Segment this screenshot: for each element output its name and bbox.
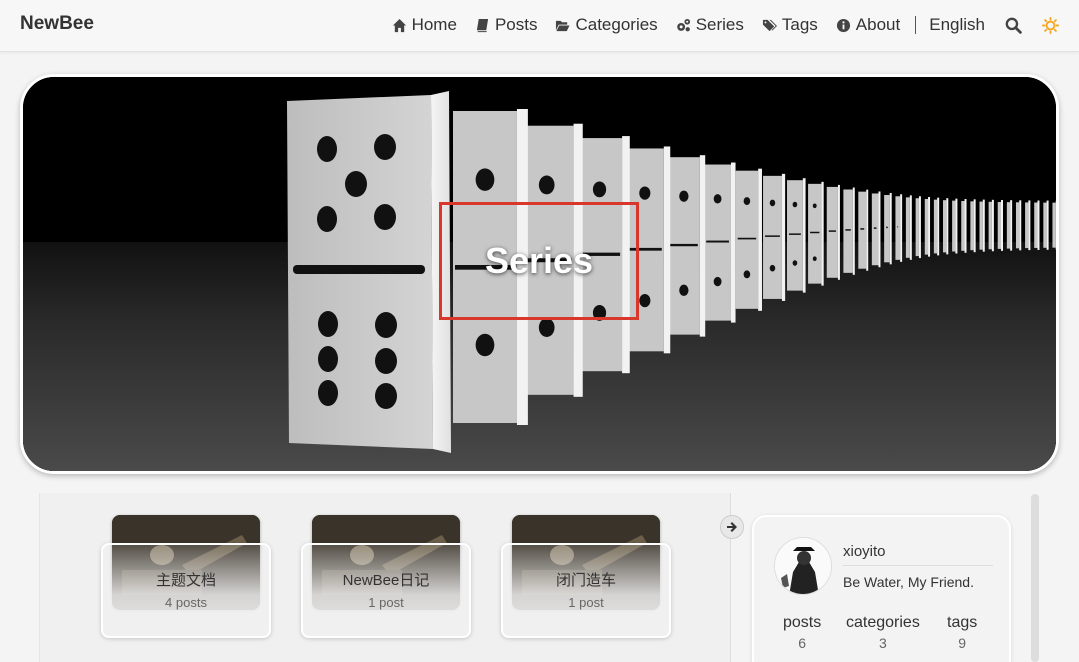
book-icon [476, 18, 489, 32]
series-card[interactable]: 闭门造车 1 post [501, 515, 671, 639]
language-switcher[interactable]: English [929, 15, 985, 35]
series-name: 闭门造车 [555, 572, 616, 589]
series-name: 主题文档 [155, 572, 216, 589]
stat-value: 6 [798, 635, 807, 651]
nav-posts-label: Posts [494, 15, 538, 34]
site-brand[interactable]: NewBee [20, 13, 94, 35]
main-nav: Home Posts Categories Series Tags About … [374, 0, 1059, 50]
hero-banner: Series [20, 74, 1059, 474]
series-post-count: 1 post [568, 595, 604, 610]
search-button[interactable] [1005, 17, 1022, 34]
author-divider [843, 565, 993, 566]
search-icon [1005, 17, 1022, 34]
page-title: Series [484, 240, 594, 281]
series-card[interactable]: 主题文档 4 posts [101, 515, 271, 639]
tags-icon [762, 19, 777, 31]
series-post-count: 1 post [368, 595, 404, 610]
nav-about-label: About [855, 15, 901, 34]
nav-home[interactable]: Home [392, 15, 457, 35]
series-card-panel [101, 543, 271, 638]
author-sidebar: xioyito Be Water, My Friend. posts 6 cat… [752, 515, 1011, 662]
stat-tags[interactable]: tags 9 [947, 614, 977, 651]
series-name: NewBee日记 [342, 572, 430, 589]
nav-tags[interactable]: Tags [762, 15, 818, 35]
page-scrollbar[interactable] [1031, 494, 1039, 662]
nav-tags-label: Tags [781, 15, 818, 34]
nav-divider [915, 16, 917, 34]
series-post-count: 4 posts [165, 595, 207, 610]
sidebar-toggle-button[interactable] [720, 515, 744, 539]
cogs-icon [676, 18, 690, 31]
folder-open-icon [556, 20, 570, 31]
stat-categories[interactable]: categories 3 [846, 614, 920, 651]
theme-toggle-button[interactable] [1042, 16, 1059, 34]
nav-categories-label: Categories [575, 15, 658, 34]
sun-icon [1042, 16, 1059, 34]
nav-posts[interactable]: Posts [475, 15, 538, 35]
author-bio: Be Water, My Friend. [843, 574, 974, 590]
stat-label: posts [783, 614, 822, 631]
stat-label: tags [947, 614, 978, 631]
hero-title-highlight: Series [439, 202, 639, 320]
series-card-panel [501, 543, 671, 638]
arrow-right-icon [727, 522, 737, 532]
nav-series-label: Series [695, 15, 744, 34]
top-navbar: NewBee Home Posts Categories Series Tags… [0, 0, 1079, 52]
home-icon [392, 18, 406, 32]
series-list: 主题文档 4 posts NewBee日记 1 post 闭门造车 1 post [39, 493, 731, 662]
series-card[interactable]: NewBee日记 1 post [301, 515, 471, 639]
stat-value: 9 [958, 635, 967, 651]
nav-categories[interactable]: Categories [555, 15, 658, 35]
nav-about[interactable]: About [836, 15, 900, 35]
nav-home-label: Home [411, 15, 457, 34]
avatar [774, 537, 832, 595]
stat-label: categories [846, 614, 920, 631]
series-card-panel [301, 543, 471, 638]
nav-series[interactable]: Series [676, 15, 744, 35]
stat-posts[interactable]: posts 6 [783, 614, 821, 651]
stat-value: 3 [879, 635, 887, 651]
info-circle-icon [836, 18, 850, 32]
author-name[interactable]: xioyito [843, 543, 886, 560]
big-domino [287, 91, 451, 453]
